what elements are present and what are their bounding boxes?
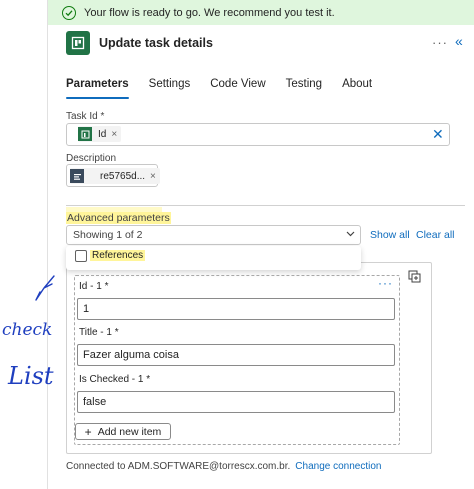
- collapse-panel-icon[interactable]: «: [455, 33, 463, 49]
- tab-settings[interactable]: Settings: [149, 78, 191, 99]
- field-label-is-checked: Is Checked - 1 *: [79, 374, 151, 385]
- planner-app-icon: [66, 31, 90, 55]
- advanced-parameters-label: Advanced parameters: [66, 212, 171, 224]
- tab-parameters[interactable]: Parameters: [66, 78, 129, 99]
- task-id-input[interactable]: [66, 123, 450, 146]
- tab-bar: Parameters Settings Code View Testing Ab…: [66, 78, 392, 99]
- tab-code-view[interactable]: Code View: [210, 78, 265, 99]
- panel-divider: [47, 0, 48, 489]
- select-value: Showing 1 of 2: [73, 229, 143, 241]
- field-label-id: Id - 1 *: [79, 281, 109, 292]
- check-circle-icon: [62, 5, 76, 20]
- tab-about[interactable]: About: [342, 78, 372, 99]
- task-id-token-label: Id: [98, 128, 107, 140]
- clear-all-link[interactable]: Clear all: [416, 229, 455, 241]
- connection-footer: Connected to ADM.SOFTWARE@torrescx.com.b…: [66, 461, 381, 472]
- add-new-item-button[interactable]: + Add new item: [75, 423, 171, 440]
- add-new-item-label: Add new item: [97, 425, 162, 438]
- more-options-icon[interactable]: ···: [432, 35, 448, 50]
- planner-token-icon: [78, 127, 92, 141]
- references-option[interactable]: References: [90, 250, 146, 261]
- show-all-link[interactable]: Show all: [370, 229, 410, 241]
- plus-icon: +: [84, 424, 92, 439]
- field-label-title: Title - 1 *: [79, 327, 119, 338]
- clear-field-icon[interactable]: ✕: [432, 126, 444, 143]
- task-id-token[interactable]: Id ×: [78, 126, 122, 142]
- remove-token-icon[interactable]: ×: [150, 171, 156, 182]
- banner-text: Your flow is ready to go. We recommend y…: [84, 6, 335, 19]
- is-checked-input[interactable]: false: [77, 391, 395, 413]
- description-label: Description: [66, 153, 117, 164]
- item-more-icon[interactable]: ···: [378, 276, 393, 290]
- section-divider: [66, 205, 465, 206]
- advanced-parameters-select[interactable]: Showing 1 of 2: [66, 225, 361, 245]
- panel-title: Update task details: [99, 36, 213, 50]
- switch-to-text-icon[interactable]: [408, 270, 421, 283]
- success-banner: Your flow is ready to go. We recommend y…: [48, 0, 474, 25]
- description-token-label: re5765d...: [100, 170, 146, 182]
- references-checkbox[interactable]: [75, 250, 87, 262]
- left-margin: [0, 0, 48, 489]
- chevron-down-icon[interactable]: [346, 229, 355, 238]
- task-id-label: Task Id *: [66, 111, 105, 122]
- expression-token-icon: [70, 169, 84, 183]
- title-input[interactable]: Fazer alguma coisa: [77, 344, 395, 366]
- id-input[interactable]: 1: [77, 298, 395, 320]
- change-connection-link[interactable]: Change connection: [295, 461, 381, 472]
- remove-token-icon[interactable]: ×: [111, 129, 117, 140]
- tab-testing[interactable]: Testing: [286, 78, 322, 99]
- description-token[interactable]: re5765d... ×: [70, 168, 160, 184]
- connection-text: Connected to ADM.SOFTWARE@torrescx.com.b…: [66, 461, 291, 472]
- panel-header: Update task details: [66, 31, 466, 55]
